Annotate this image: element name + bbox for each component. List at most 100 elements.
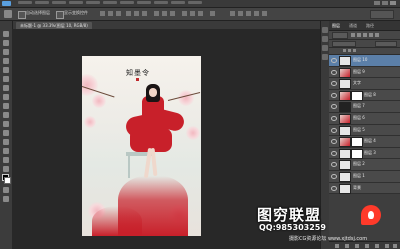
layer-thumbnail[interactable] <box>339 125 351 136</box>
minimize-button[interactable] <box>374 1 380 5</box>
layer-mask-thumbnail[interactable] <box>351 90 363 101</box>
history-brush-tool-icon[interactable] <box>3 112 9 118</box>
layer-thumbnail[interactable] <box>339 148 351 159</box>
adjustments-panel-icon[interactable] <box>322 45 328 51</box>
distribute-icon[interactable] <box>182 11 187 16</box>
layer-row[interactable]: 图层 6 <box>329 112 400 125</box>
tab-channels[interactable]: 通道 <box>349 23 357 29</box>
visibility-eye-icon[interactable] <box>331 185 337 191</box>
visibility-eye-icon[interactable] <box>331 58 337 63</box>
layer-name[interactable]: 背景 <box>353 185 361 191</box>
filter-pixel-icon[interactable] <box>351 33 355 37</box>
workspace-switcher[interactable] <box>370 10 394 19</box>
background-color-swatch[interactable] <box>4 177 11 184</box>
distribute-icon[interactable] <box>154 11 159 16</box>
lock-all-icon[interactable] <box>353 49 356 52</box>
menu-item-image[interactable] <box>52 1 66 4</box>
layer-name[interactable]: 图层 7 <box>353 103 365 109</box>
layer-row[interactable]: 图层 9 <box>329 66 400 79</box>
align-right-icon[interactable] <box>142 11 147 16</box>
opacity-field[interactable] <box>375 41 397 47</box>
layer-mask-thumbnail[interactable] <box>351 137 363 148</box>
blend-mode-select[interactable] <box>332 41 356 47</box>
screen-mode-icon[interactable] <box>3 196 9 202</box>
layer-name[interactable]: 图层 1 <box>353 173 365 179</box>
layer-row[interactable]: 图层 4 <box>329 136 400 148</box>
3d-mode-icon[interactable] <box>262 11 267 16</box>
layer-row[interactable]: 图层 7 <box>329 101 400 113</box>
visibility-eye-icon[interactable] <box>331 162 337 168</box>
dodge-tool-icon[interactable] <box>3 148 9 154</box>
layer-thumbnail[interactable] <box>339 79 351 90</box>
styles-panel-icon[interactable] <box>322 54 328 60</box>
visibility-eye-icon[interactable] <box>331 104 337 110</box>
layer-mask-thumbnail[interactable] <box>351 148 363 159</box>
filter-adjustment-icon[interactable] <box>357 33 361 37</box>
layer-name[interactable]: 图层 4 <box>364 138 376 144</box>
layer-name[interactable]: 图层 6 <box>353 115 365 121</box>
move-tool-icon[interactable] <box>4 10 12 18</box>
align-top-icon[interactable] <box>100 11 105 16</box>
auto-select-target[interactable]: 图层 <box>42 10 50 16</box>
filter-type-icon[interactable] <box>363 33 367 37</box>
layer-thumbnail[interactable] <box>339 183 351 194</box>
layer-thumbnail[interactable] <box>339 160 351 171</box>
lasso-tool-icon[interactable] <box>3 49 9 55</box>
layer-name[interactable]: 文字 <box>353 80 361 86</box>
healing-brush-tool-icon[interactable] <box>3 85 9 91</box>
quick-mask-icon[interactable] <box>3 187 9 193</box>
menu-item-help[interactable] <box>188 1 202 4</box>
layer-row[interactable]: 图层 3 <box>329 147 400 160</box>
align-middle-icon[interactable] <box>108 11 113 16</box>
layer-thumbnail[interactable] <box>339 171 351 182</box>
type-tool-icon[interactable] <box>3 166 9 172</box>
align-bottom-icon[interactable] <box>116 11 121 16</box>
menu-item-layer[interactable] <box>69 1 83 4</box>
quick-select-tool-icon[interactable] <box>3 58 9 64</box>
document-tab[interactable]: 未标题-1 @ 33.3%(图层 10, RGB/8) <box>16 22 92 29</box>
layer-thumbnail[interactable] <box>339 137 351 148</box>
visibility-eye-icon[interactable] <box>331 150 337 156</box>
brush-tool-icon[interactable] <box>3 94 9 100</box>
auto-align-icon[interactable] <box>210 11 215 16</box>
layer-row[interactable]: 图层 2 <box>329 159 400 171</box>
layer-row[interactable]: 背景 <box>329 182 400 195</box>
crop-tool-icon[interactable] <box>3 67 9 73</box>
distribute-icon[interactable] <box>198 11 203 16</box>
history-panel-icon[interactable] <box>322 27 328 33</box>
photoshop-logo-icon[interactable] <box>2 1 11 6</box>
layer-thumbnail[interactable] <box>339 113 351 124</box>
maximize-button[interactable] <box>382 1 388 5</box>
layer-name[interactable]: 图层 3 <box>364 150 376 156</box>
distribute-icon[interactable] <box>170 11 175 16</box>
3d-mode-icon[interactable] <box>246 11 251 16</box>
align-center-icon[interactable] <box>134 11 139 16</box>
layer-thumbnail[interactable] <box>339 90 351 101</box>
layer-row[interactable]: 图层 5 <box>329 124 400 137</box>
menu-item-window[interactable] <box>171 1 185 4</box>
auto-select-checkbox[interactable] <box>18 11 26 19</box>
visibility-eye-icon[interactable] <box>331 127 337 133</box>
layer-row[interactable]: 图层 10 <box>329 55 400 67</box>
filter-smart-icon[interactable] <box>375 33 379 37</box>
blur-tool-icon[interactable] <box>3 139 9 145</box>
filter-type-select[interactable] <box>332 32 348 39</box>
visibility-eye-icon[interactable] <box>331 139 337 145</box>
close-button[interactable] <box>390 1 396 5</box>
visibility-eye-icon[interactable] <box>331 69 337 75</box>
properties-panel-icon[interactable] <box>322 36 328 42</box>
menu-item-filter[interactable] <box>120 1 134 4</box>
show-transform-checkbox[interactable] <box>56 11 64 19</box>
menu-item-view[interactable] <box>154 1 168 4</box>
distribute-icon[interactable] <box>190 11 195 16</box>
visibility-eye-icon[interactable] <box>331 81 337 87</box>
distribute-icon[interactable] <box>162 11 167 16</box>
lock-pixels-icon[interactable] <box>343 49 346 52</box>
3d-mode-icon[interactable] <box>238 11 243 16</box>
layer-row[interactable]: 图层 1 <box>329 170 400 183</box>
visibility-eye-icon[interactable] <box>331 173 337 179</box>
menu-item-edit[interactable] <box>35 1 49 4</box>
layer-name[interactable]: 图层 10 <box>353 57 367 63</box>
eraser-tool-icon[interactable] <box>3 121 9 127</box>
lock-position-icon[interactable] <box>348 49 351 52</box>
